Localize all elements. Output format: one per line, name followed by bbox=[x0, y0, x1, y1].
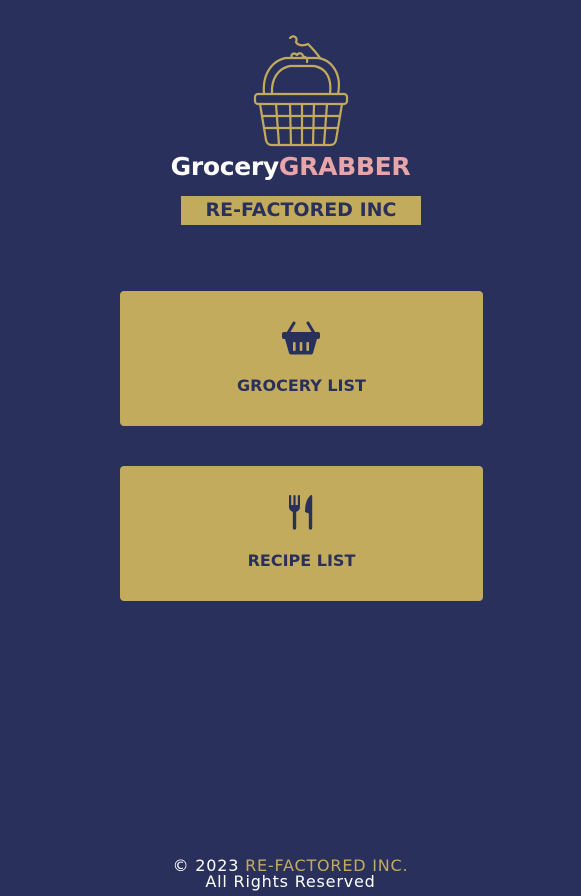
basket-logo-icon bbox=[253, 35, 349, 147]
company-banner: RE-FACTORED INC bbox=[181, 196, 421, 225]
basket-icon bbox=[282, 321, 320, 355]
footer-rights: All Rights Reserved bbox=[205, 872, 376, 891]
footer: © 2023 RE-FACTORED INC. All Rights Reser… bbox=[0, 858, 581, 890]
brand-name: GroceryGRABBER bbox=[0, 151, 581, 183]
grocery-list-label: GROCERY LIST bbox=[237, 376, 366, 395]
brand-name-part2: GRABBER bbox=[278, 152, 411, 181]
recipe-list-label: RECIPE LIST bbox=[247, 551, 356, 570]
brand-name-part1: Grocery bbox=[170, 152, 280, 181]
utensils-icon bbox=[289, 494, 313, 530]
recipe-list-button[interactable]: RECIPE LIST bbox=[120, 466, 483, 601]
grocery-list-button[interactable]: GROCERY LIST bbox=[120, 291, 483, 426]
